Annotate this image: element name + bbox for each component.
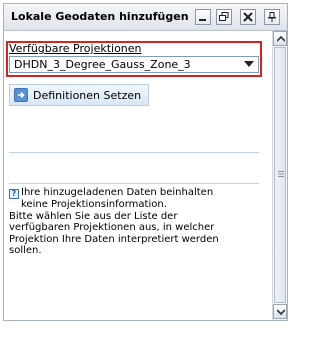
scrollbar-thumb[interactable] [274,47,286,303]
close-button[interactable] [240,9,256,25]
panel-titlebar: Lokale Geodaten hinzufügen [4,4,287,31]
restore-icon [219,12,229,21]
projection-select-value: DHDN_3_Degree_Gauss_Zone_3 [14,58,191,71]
info-line: verfügbaren Projektionen aus, in welcher [9,222,215,233]
add-local-geodata-panel: Lokale Geodaten hinzufügen Verfügbare Pr [3,3,288,321]
arrow-right-icon [14,88,28,102]
restore-button[interactable] [216,9,232,25]
projection-select[interactable]: DHDN_3_Degree_Gauss_Zone_3 [9,56,259,73]
panel-title: Lokale Geodaten hinzufügen [11,10,189,23]
projection-info-text: ? Ihre hinzugeladenen Daten beinhalten ke… [9,187,267,257]
pin-icon [268,12,276,22]
pin-button[interactable] [264,9,280,25]
info-line: keine Projektionsinformation. [21,199,167,210]
grip-icon [278,171,284,177]
info-line: sollen. [9,245,42,256]
vertical-scrollbar[interactable] [272,31,287,320]
panel-content: Verfügbare Projektionen DHDN_3_Degree_Ga… [4,31,271,320]
help-icon: ? [9,189,19,199]
scroll-down-button[interactable] [273,304,287,319]
info-line: ? Ihre hinzugeladenen Daten beinhalten [9,187,267,199]
info-line: Projektion Ihre Daten interpretiert werd… [9,233,219,245]
minimize-icon [199,19,206,21]
chevron-down-icon [244,61,254,67]
info-line: Bitte wählen Sie aus der Liste der [9,210,178,222]
minimize-button[interactable] [195,9,211,25]
projection-label: Verfügbare Projektionen [9,42,142,55]
close-icon [243,12,253,22]
divider [9,152,259,153]
chevron-down-icon [277,309,285,315]
set-definitions-button[interactable]: Definitionen Setzen [9,84,149,106]
set-definitions-label: Definitionen Setzen [33,89,142,102]
chevron-up-icon [277,36,285,42]
scroll-up-button[interactable] [273,31,287,46]
divider [9,183,259,184]
